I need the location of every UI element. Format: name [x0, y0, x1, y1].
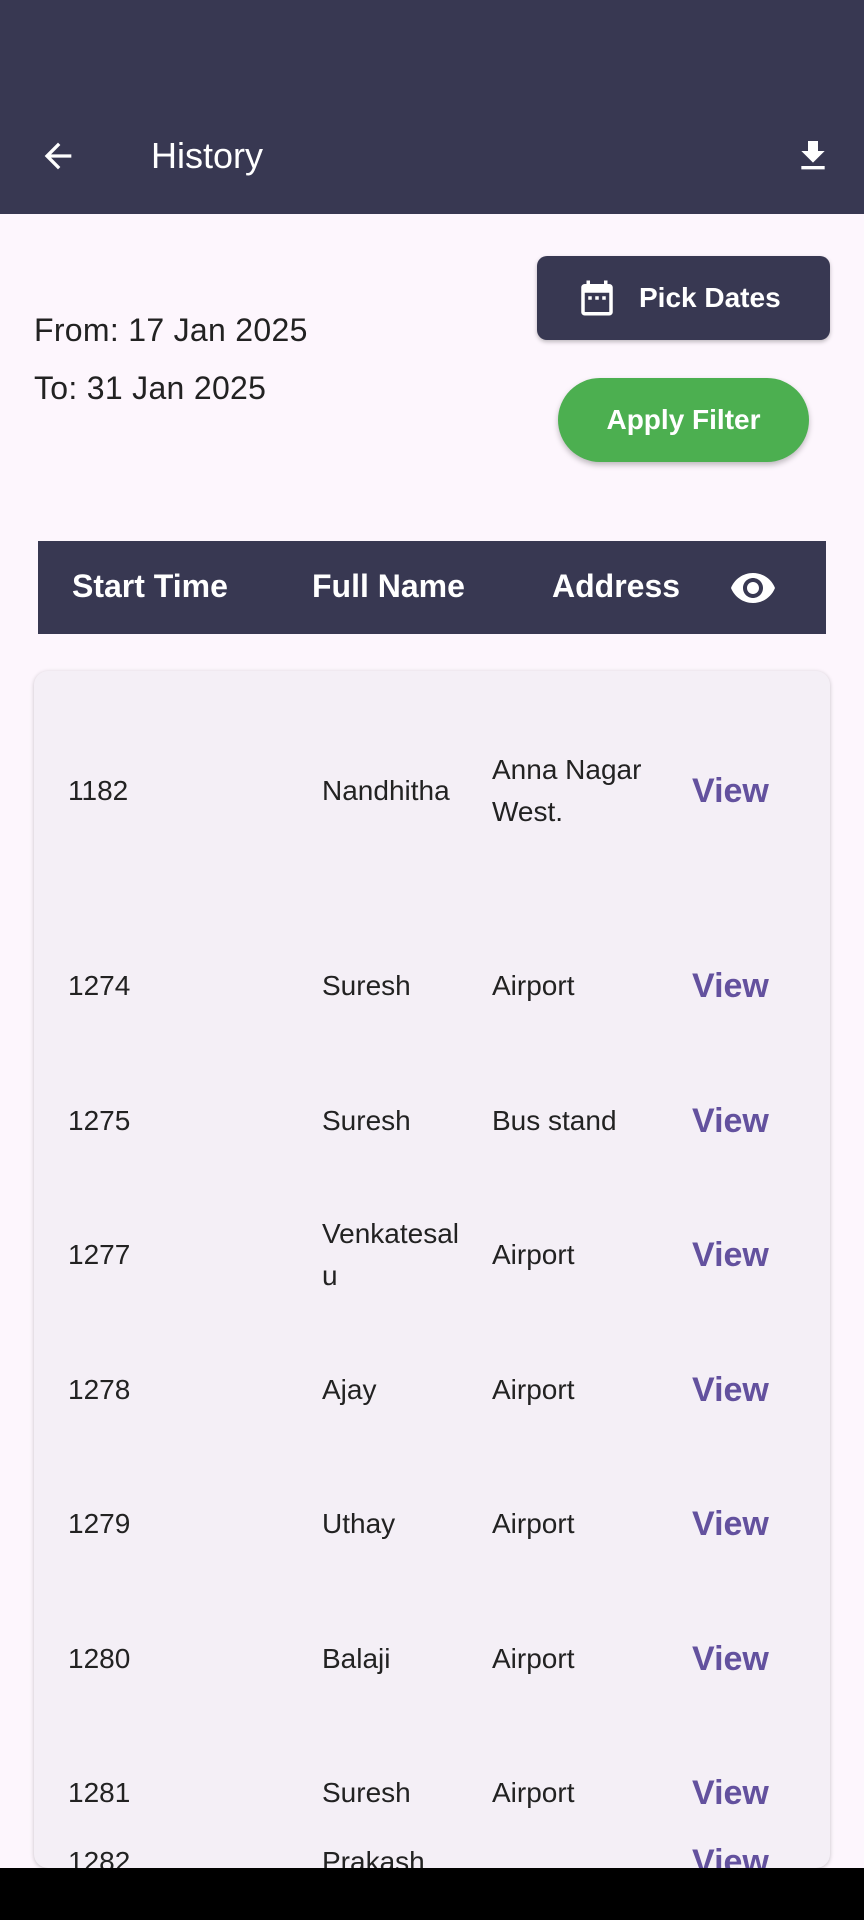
view-link[interactable]: View	[692, 1592, 769, 1726]
history-list-card[interactable]: 1182 Nandhitha Anna Nagar West. View 127…	[34, 671, 830, 1868]
table-row: 1281 Suresh Airport View	[34, 1726, 830, 1860]
app-bar: History	[0, 0, 864, 214]
row-start-time: 1182	[68, 775, 129, 806]
header-start-time: Start Time	[72, 568, 228, 604]
row-address: Airport	[492, 970, 575, 1001]
table-row: 1279 Uthay Airport View	[34, 1457, 830, 1591]
row-address: Airport	[492, 1239, 575, 1270]
row-full-name: Suresh	[322, 1777, 411, 1808]
row-start-time: 1280	[68, 1643, 131, 1674]
to-date-text: To: 31 Jan 2025	[34, 370, 267, 406]
header-address: Address	[552, 568, 681, 604]
view-link[interactable]: View	[692, 1188, 769, 1322]
from-date-text: From: 17 Jan 2025	[34, 312, 308, 348]
row-address: Airport	[492, 1374, 575, 1405]
view-link[interactable]: View	[692, 1323, 769, 1457]
view-link[interactable]: View	[692, 1457, 769, 1591]
row-address: Anna Nagar West.	[492, 754, 642, 827]
system-navigation-bar	[0, 1868, 864, 1920]
download-icon	[801, 141, 825, 170]
header-full-name: Full Name	[312, 568, 465, 604]
row-full-name: Ajay	[322, 1374, 377, 1405]
page-title: History	[151, 135, 264, 176]
view-link[interactable]: View	[692, 706, 769, 876]
row-full-name: Suresh	[322, 970, 411, 1001]
row-address: Airport	[492, 1777, 575, 1808]
row-address: Bus stand	[492, 1105, 617, 1136]
view-link[interactable]: View	[692, 919, 769, 1053]
row-full-name: Uthay	[322, 1508, 396, 1539]
row-start-time: 1278	[68, 1374, 131, 1405]
table-row: 1182 Nandhitha Anna Nagar West. View	[34, 706, 830, 876]
back-button[interactable]	[34, 132, 82, 180]
row-address: Airport	[492, 1643, 575, 1674]
table-row: 1274 Suresh Airport View	[34, 919, 830, 1053]
row-start-time: 1282	[68, 1846, 131, 1868]
view-link[interactable]: View	[692, 1054, 769, 1188]
row-full-name: Nandhitha	[322, 775, 450, 806]
table-row: 1275 Suresh Bus stand View	[34, 1054, 830, 1188]
download-button[interactable]	[789, 132, 837, 180]
row-full-name: Venkatesalu	[322, 1218, 459, 1291]
table-row: 1278 Ajay Airport View	[34, 1323, 830, 1457]
view-link[interactable]: View	[692, 1726, 769, 1860]
pick-dates-button[interactable]: Pick Dates	[537, 256, 830, 340]
table-row: 1280 Balaji Airport View	[34, 1592, 830, 1726]
row-start-time: 1279	[68, 1508, 131, 1539]
table-header: Start Time Full Name Address	[38, 541, 826, 634]
table-row: 1277 Venkatesalu Airport View	[34, 1188, 830, 1322]
row-full-name: Suresh	[322, 1105, 411, 1136]
pick-dates-label: Pick Dates	[639, 282, 781, 313]
arrow-back-icon	[44, 142, 72, 170]
row-start-time: 1274	[68, 970, 131, 1001]
row-full-name: Prakash	[322, 1846, 425, 1868]
row-address	[492, 1841, 662, 1868]
row-address: Airport	[492, 1508, 575, 1539]
row-start-time: 1275	[68, 1105, 131, 1136]
row-start-time: 1277	[68, 1239, 131, 1270]
view-link[interactable]: View	[692, 1841, 769, 1868]
table-row: 1282 Prakash View	[34, 1841, 830, 1868]
row-full-name: Balaji	[322, 1643, 391, 1674]
calendar-icon	[575, 276, 619, 320]
apply-filter-button[interactable]: Apply Filter	[558, 378, 809, 462]
row-start-time: 1281	[68, 1777, 131, 1808]
eye-icon	[728, 563, 778, 613]
